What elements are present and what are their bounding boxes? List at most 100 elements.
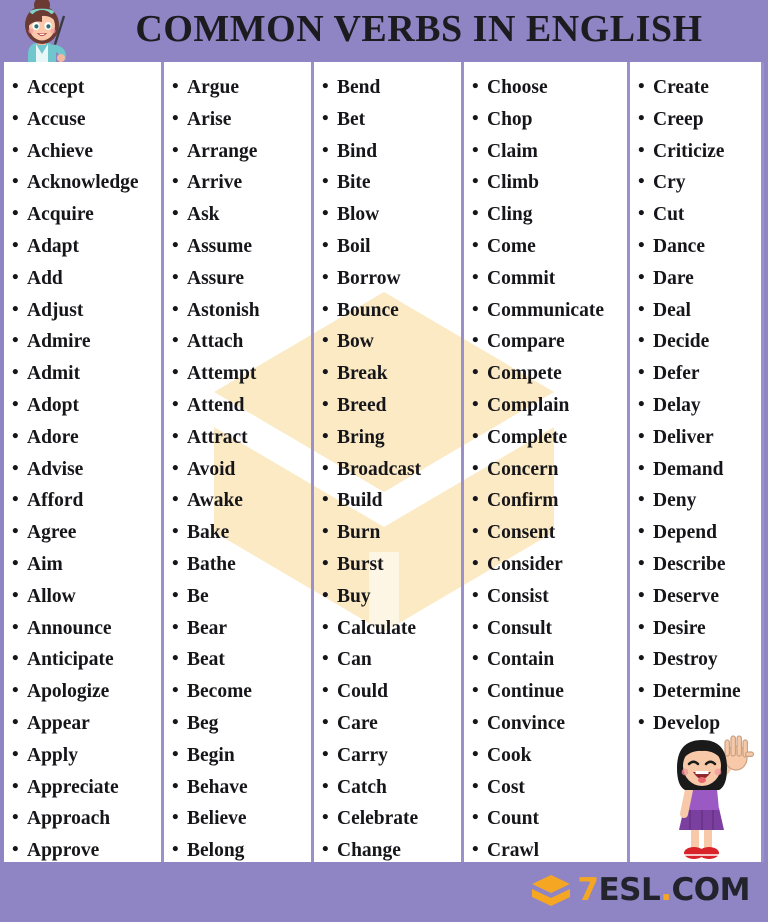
verb-item: Bounce — [320, 294, 459, 327]
verb-item: Complain — [470, 389, 625, 422]
logo-seven: 7 — [577, 871, 599, 908]
verb-item: Bathe — [170, 548, 309, 581]
verb-item: Confirm — [470, 484, 625, 517]
logo-dot: . — [660, 871, 672, 908]
7esl-logo[interactable]: 7 ESL. COM — [531, 871, 751, 908]
verb-item: Commit — [470, 262, 625, 295]
verb-item: Care — [320, 707, 459, 740]
verb-item: Awake — [170, 484, 309, 517]
verb-item: Compare — [470, 325, 625, 358]
verb-item: Complete — [470, 421, 625, 454]
verb-item: Count — [470, 802, 625, 835]
verb-item: Arise — [170, 103, 309, 136]
verb-list-1: AcceptAccuseAchieveAcknowledgeAcquireAda… — [10, 71, 159, 862]
verb-item: Break — [320, 357, 459, 390]
verb-item: Appreciate — [10, 771, 159, 804]
verb-item: Allow — [10, 580, 159, 613]
poster-header: COMMON VERBS IN ENGLISH — [0, 0, 768, 62]
verb-item: Cost — [470, 771, 625, 804]
verb-item: Defer — [636, 357, 759, 390]
verb-item: Arrive — [170, 166, 309, 199]
verb-item: Aim — [10, 548, 159, 581]
verb-column-4: ChooseChopClaimClimbClingComeCommitCommu… — [464, 62, 630, 862]
verb-item: Astonish — [170, 294, 309, 327]
verb-item: Ask — [170, 198, 309, 231]
verb-item: Consult — [470, 612, 625, 645]
verb-list-3: BendBetBindBiteBlowBoilBorrowBounceBowBr… — [320, 71, 459, 862]
verb-item: Buy — [320, 580, 459, 613]
logo-esl: ESL — [598, 871, 661, 908]
verb-item: Bite — [320, 166, 459, 199]
verb-item: Approve — [10, 834, 159, 862]
verb-item: Delay — [636, 389, 759, 422]
verb-item: Compete — [470, 357, 625, 390]
verb-item: Catch — [320, 771, 459, 804]
verb-item: Continue — [470, 675, 625, 708]
verb-item: Come — [470, 230, 625, 263]
verb-item: Bear — [170, 612, 309, 645]
verb-item: Adopt — [10, 389, 159, 422]
verb-item: Apply — [10, 739, 159, 772]
verb-item: Deny — [636, 484, 759, 517]
verb-item: Contain — [470, 643, 625, 676]
verb-item: Adapt — [10, 230, 159, 263]
verb-item: Claim — [470, 135, 625, 168]
verb-column-5: CreateCreepCriticizeCryCutDanceDareDealD… — [630, 62, 764, 862]
verb-column-2: ArgueAriseArrangeArriveAskAssumeAssureAs… — [164, 62, 314, 862]
verb-item: Acquire — [10, 198, 159, 231]
verb-item: Desire — [636, 612, 759, 645]
verb-item: Behave — [170, 771, 309, 804]
verb-item: Consent — [470, 516, 625, 549]
verb-item: Consist — [470, 580, 625, 613]
verb-item: Criticize — [636, 135, 759, 168]
verb-item: Begin — [170, 739, 309, 772]
verb-item: Appear — [10, 707, 159, 740]
verb-item: Adjust — [10, 294, 159, 327]
verb-item: Approach — [10, 802, 159, 835]
verb-item: Arrange — [170, 135, 309, 168]
verb-item: Borrow — [320, 262, 459, 295]
verb-item: Chop — [470, 103, 625, 136]
verb-item: Add — [10, 262, 159, 295]
verb-item: Beg — [170, 707, 309, 740]
verb-item: Attach — [170, 325, 309, 358]
verb-item: Anticipate — [10, 643, 159, 676]
verbs-grid: AcceptAccuseAchieveAcknowledgeAcquireAda… — [4, 62, 764, 862]
verb-item: Attract — [170, 421, 309, 454]
verb-item: Concern — [470, 453, 625, 486]
verb-item: Celebrate — [320, 802, 459, 835]
verb-item: Admit — [10, 357, 159, 390]
verb-item: Broadcast — [320, 453, 459, 486]
verb-item: Become — [170, 675, 309, 708]
verb-item: Belong — [170, 834, 309, 862]
verb-item: Calculate — [320, 612, 459, 645]
verb-item: Determine — [636, 675, 759, 708]
verb-item: Decide — [636, 325, 759, 358]
verb-item: Creep — [636, 103, 759, 136]
verb-item: Bow — [320, 325, 459, 358]
verb-item: Assume — [170, 230, 309, 263]
verb-item: Agree — [10, 516, 159, 549]
verb-item: Achieve — [10, 135, 159, 168]
verb-item: Announce — [10, 612, 159, 645]
verb-item: Can — [320, 643, 459, 676]
verb-list-5: CreateCreepCriticizeCryCutDanceDareDealD… — [636, 71, 759, 740]
verb-item: Assure — [170, 262, 309, 295]
verb-item: Change — [320, 834, 459, 862]
logo-com: COM — [671, 871, 751, 908]
verb-item: Destroy — [636, 643, 759, 676]
verb-item: Deserve — [636, 580, 759, 613]
verb-item: Argue — [170, 71, 309, 104]
verbs-poster: COMMON VERBS IN ENGLISH AcceptAccuseAchi… — [0, 0, 768, 922]
verb-item: Bend — [320, 71, 459, 104]
verb-item: Crawl — [470, 834, 625, 862]
verb-item: Consider — [470, 548, 625, 581]
verb-item: Cut — [636, 198, 759, 231]
verb-item: Communicate — [470, 294, 625, 327]
verb-item: Convince — [470, 707, 625, 740]
verb-item: Cry — [636, 166, 759, 199]
verb-item: Acknowledge — [10, 166, 159, 199]
verb-item: Be — [170, 580, 309, 613]
verb-item: Accuse — [10, 103, 159, 136]
teacher-with-pointer-icon — [25, 0, 66, 62]
